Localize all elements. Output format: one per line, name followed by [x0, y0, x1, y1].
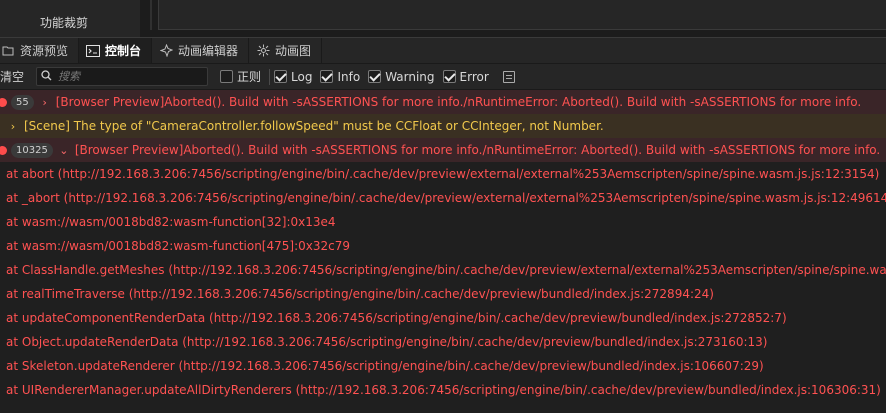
terminal-icon — [85, 43, 101, 59]
stack-trace-text: at ClassHandle.getMeshes (http://192.168… — [6, 263, 886, 277]
stack-trace-text: at updateComponentRenderData (http://192… — [6, 311, 787, 325]
tab-assets-preview[interactable]: 资源预览 — [0, 38, 80, 63]
stack-trace-line: at updateComponentRenderData (http://192… — [0, 306, 886, 330]
stack-trace-line: at abort (http://192.168.3.206:7456/scri… — [0, 162, 886, 186]
stack-trace-line: at wasm://wasm/0018bd82:wasm-function[47… — [0, 234, 886, 258]
log-level-menu-icon[interactable] — [502, 70, 515, 83]
search-icon — [41, 69, 52, 84]
stack-trace-line: at realTimeTraverse (http://192.168.3.20… — [0, 282, 886, 306]
info-label: Info — [337, 69, 361, 84]
stack-trace-text: at realTimeTraverse (http://192.168.3.20… — [6, 287, 714, 301]
console-toolbar: 清空 正则 Log Info Warning Error — [0, 64, 886, 90]
top-right-panel — [158, 0, 886, 30]
stack-trace-text: at Skeleton.updateRenderer (http://192.1… — [6, 359, 764, 373]
log-entry-error[interactable]: 55 › [Browser Preview]Aborted(). Build w… — [0, 90, 886, 114]
warning-checkbox[interactable]: Warning — [368, 69, 435, 84]
chevron-right-icon[interactable]: › — [8, 120, 18, 133]
stack-trace-line: at Skeleton.updateRenderer (http://192.1… — [0, 354, 886, 378]
regex-checkbox[interactable]: 正则 — [220, 68, 261, 85]
stack-trace-text: at wasm://wasm/0018bd82:wasm-function[47… — [6, 239, 350, 253]
animation-graph-icon — [255, 43, 271, 59]
tab-label: 动画图 — [275, 44, 312, 58]
chevron-down-icon[interactable]: ⌄ — [59, 144, 69, 157]
animation-editor-icon — [158, 43, 174, 59]
tab-animation-graph[interactable]: 动画图 — [249, 38, 323, 63]
stack-trace-line: at UIRendererManager.updateAllDirtyRende… — [0, 378, 886, 402]
stack-trace-line: at _abort (http://192.168.3.206:7456/scr… — [0, 186, 886, 210]
stack-trace-text: at _abort (http://192.168.3.206:7456/scr… — [6, 191, 886, 205]
repeat-count-badge: 10325 — [11, 142, 53, 158]
error-label: Error — [459, 69, 489, 84]
log-label: Log — [291, 69, 313, 84]
log-checkbox[interactable]: Log — [274, 70, 312, 84]
tab-label: 控制台 — [105, 44, 142, 58]
panel-divider[interactable] — [150, 0, 152, 30]
log-message: [Browser Preview]Aborted(). Build with -… — [55, 95, 862, 109]
top-left-panel: 功能裁剪 — [0, 0, 140, 37]
tab-label: 动画编辑器 — [178, 44, 239, 58]
chevron-right-icon[interactable]: › — [40, 96, 50, 109]
error-dot-icon — [0, 145, 7, 155]
stack-trace-line: at wasm://wasm/0018bd82:wasm-function[32… — [0, 210, 886, 234]
top-panel-strip: 功能裁剪 — [0, 0, 886, 37]
stack-trace-text: at wasm://wasm/0018bd82:wasm-function[32… — [6, 215, 336, 229]
warning-checkbox-box[interactable] — [368, 70, 382, 83]
error-checkbox-box[interactable] — [442, 70, 456, 83]
clear-button[interactable]: 清空 — [0, 68, 24, 85]
error-checkbox[interactable]: Error — [442, 69, 489, 84]
regex-label: 正则 — [237, 70, 262, 84]
log-message: [Browser Preview]Aborted(). Build with -… — [74, 143, 881, 157]
log-checkbox-box[interactable] — [274, 70, 288, 83]
regex-checkbox-box[interactable] — [220, 70, 234, 83]
log-entry-error-expanded[interactable]: 10325 ⌄ [Browser Preview]Aborted(). Buil… — [0, 138, 886, 162]
log-message: [Scene] The type of "CameraController.fo… — [24, 119, 604, 133]
error-dot-icon — [0, 97, 7, 107]
tab-console[interactable]: 控制台 — [79, 38, 153, 63]
search-box[interactable] — [36, 67, 209, 86]
log-entry-warning[interactable]: › [Scene] The type of "CameraController.… — [0, 114, 886, 138]
stack-trace-line: at Object.updateRenderData (http://192.1… — [0, 330, 886, 354]
stack-trace-text: at UIRendererManager.updateAllDirtyRende… — [6, 383, 881, 397]
warning-label: Warning — [385, 69, 435, 84]
stack-trace-text: at abort (http://192.168.3.206:7456/scri… — [6, 167, 880, 181]
search-input[interactable] — [58, 70, 199, 83]
info-checkbox-box[interactable] — [320, 70, 334, 83]
stack-trace-text: at Object.updateRenderData (http://192.1… — [6, 335, 768, 349]
tab-animation-editor[interactable]: 动画编辑器 — [152, 38, 250, 63]
feature-crop-label[interactable]: 功能裁剪 — [40, 14, 88, 31]
console-log-list[interactable]: 55 › [Browser Preview]Aborted(). Build w… — [0, 90, 886, 413]
toolbar-separator — [269, 68, 271, 85]
panel-tab-bar: 资源预览 控制台 动画编辑器 动画图 — [0, 37, 886, 64]
tab-label: 资源预览 — [20, 44, 69, 58]
folder-icon — [0, 43, 16, 59]
info-checkbox[interactable]: Info — [320, 70, 360, 84]
stack-trace-line: at ClassHandle.getMeshes (http://192.168… — [0, 258, 886, 282]
repeat-count-badge: 55 — [11, 94, 34, 110]
